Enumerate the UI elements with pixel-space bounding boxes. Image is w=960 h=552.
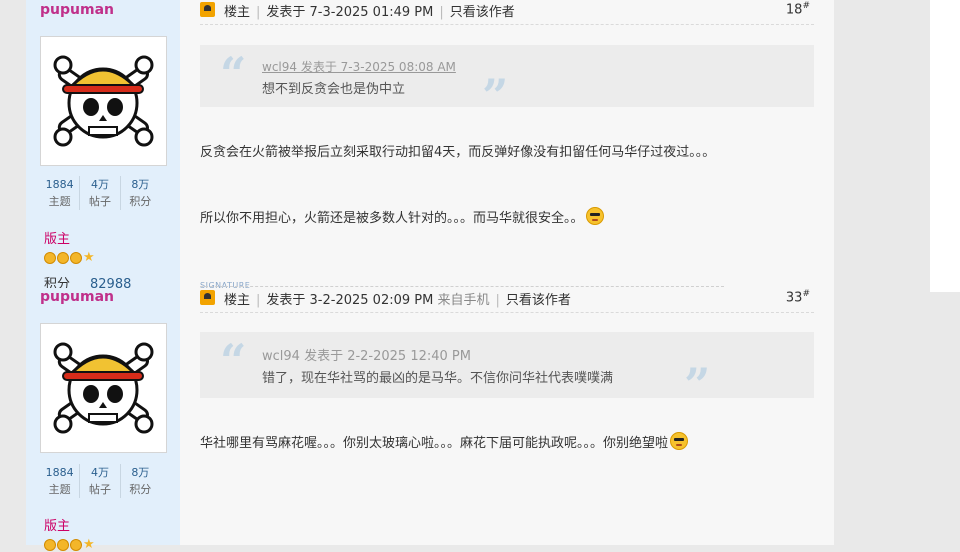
right-panel bbox=[930, 0, 960, 292]
quote-author: wcl94 发表于 2-2-2025 12:40 PM bbox=[262, 349, 471, 364]
author-stats: 1884 主题 4万 帖子 8万 积分 bbox=[40, 176, 160, 210]
thread-container: pupuman 1884 主题 4万 帖子 8万 积分 版主 ★ 积分 8298… bbox=[26, 0, 834, 551]
cool-emoji-icon bbox=[670, 432, 689, 450]
skull-avatar-icon bbox=[53, 55, 154, 147]
post-meta: 楼主 | 发表于 7-3-2025 01:49 PM | 只看该作者 18# bbox=[200, 0, 814, 25]
quote-open-icon: “ bbox=[220, 47, 247, 101]
quote-block: “ wcl94 发表于 7-3-2025 08:08 AM 想不到反贪会也是伪中… bbox=[200, 45, 814, 119]
cool-emoji-icon bbox=[585, 207, 604, 225]
owner-label: 楼主 bbox=[224, 293, 251, 308]
stat-credits[interactable]: 8万 积分 bbox=[119, 176, 160, 210]
only-author-link[interactable]: 只看该作者 bbox=[506, 293, 571, 308]
avatar[interactable] bbox=[40, 36, 167, 166]
user-rank: 版主 bbox=[44, 519, 71, 534]
quote-block: “ wcl94 发表于 2-2-2025 12:40 PM 错了，现在华社骂的最… bbox=[200, 332, 814, 408]
signature-divider bbox=[200, 286, 724, 287]
author-username[interactable]: pupuman bbox=[40, 2, 114, 18]
post-text-line: 华社哪里有骂麻花喔。。。你别太玻璃心啦。。。麻花下届可能执政呢。。。你别绝望啦 bbox=[200, 432, 689, 451]
quote-author[interactable]: wcl94 发表于 7-3-2025 08:08 AM bbox=[262, 58, 456, 75]
post-source: 来自手机 bbox=[437, 293, 490, 308]
post-18: pupuman 1884 主题 4万 帖子 8万 积分 版主 ★ 积分 8298… bbox=[26, 0, 834, 292]
quote-open-icon: “ bbox=[220, 334, 247, 388]
rank-stars-icon: ★ bbox=[44, 538, 96, 551]
thread-owner-icon bbox=[200, 290, 215, 305]
author-sidebar: pupuman bbox=[26, 0, 180, 292]
only-author-link[interactable]: 只看该作者 bbox=[450, 5, 515, 20]
thread-owner-icon bbox=[200, 2, 215, 17]
stat-credits[interactable]: 8万 积分 bbox=[119, 464, 160, 498]
author-sidebar: pupuman bbox=[26, 288, 180, 551]
user-rank: 版主 bbox=[44, 232, 71, 247]
author-username[interactable]: pupuman bbox=[40, 289, 114, 305]
post-meta: 楼主 | 发表于 3-2-2025 02:09 PM 来自手机 | 只看该作者 33# bbox=[200, 288, 814, 313]
skull-avatar-icon bbox=[53, 342, 154, 434]
author-stats: 1884 主题 4万 帖子 8万 积分 bbox=[40, 464, 160, 498]
floor-number[interactable]: 33# bbox=[786, 289, 810, 305]
avatar[interactable] bbox=[40, 323, 167, 453]
stat-threads[interactable]: 1884 主题 bbox=[40, 176, 79, 210]
quote-text: 错了，现在华社骂的最凶的是马华。不信你问华社代表噗噗满 bbox=[262, 371, 614, 386]
owner-label: 楼主 bbox=[224, 5, 251, 20]
quote-text: 想不到反贪会也是伪中立 bbox=[262, 82, 406, 97]
stat-posts[interactable]: 4万 帖子 bbox=[79, 176, 119, 210]
post-33: pupuman 1884 主题 4万 帖子 8万 积分 版主 ★ 楼主 | 发表… bbox=[26, 288, 834, 551]
post-time: 发表于 3-2-2025 02:09 PM bbox=[266, 293, 434, 308]
quote-close-icon: ” bbox=[684, 358, 711, 412]
quote-close-icon: ” bbox=[482, 69, 509, 123]
floor-number[interactable]: 18# bbox=[786, 1, 810, 17]
post-text-line: 所以你不用担心，火箭还是被多数人针对的。。。而马华就很安全。。 bbox=[200, 207, 604, 226]
rank-stars-icon: ★ bbox=[44, 251, 96, 264]
stat-posts[interactable]: 4万 帖子 bbox=[79, 464, 119, 498]
post-time: 发表于 7-3-2025 01:49 PM bbox=[266, 5, 434, 20]
post-text-line: 反贪会在火箭被举报后立刻采取行动扣留4天，而反弹好像没有扣留任何马华仔过夜过。。… bbox=[200, 145, 716, 160]
stat-threads[interactable]: 1884 主题 bbox=[40, 464, 79, 498]
